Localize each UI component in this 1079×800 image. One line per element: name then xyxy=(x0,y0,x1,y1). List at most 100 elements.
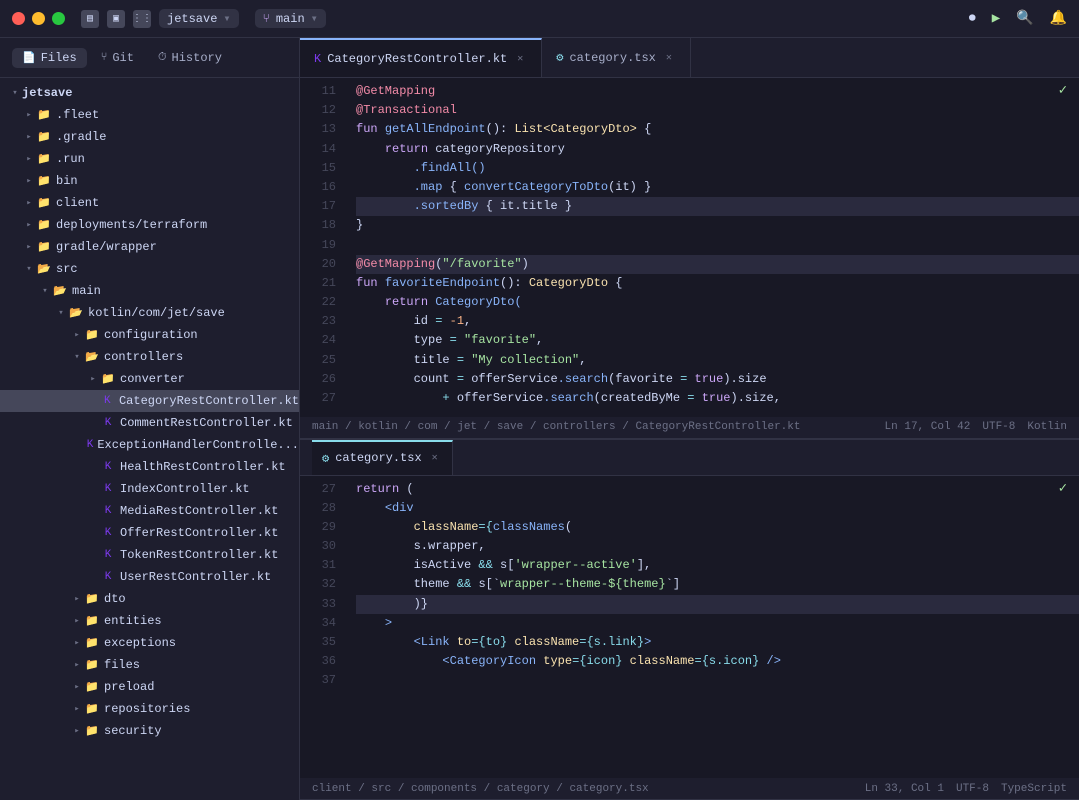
list-item[interactable]: ▾ 📂 kotlin/com/jet/save xyxy=(0,302,299,324)
minimize-button[interactable] xyxy=(32,12,45,25)
code-line: s.wrapper, xyxy=(356,537,1079,556)
kotlin-file-icon: K xyxy=(100,417,116,429)
git-tab-label: Git xyxy=(112,51,134,65)
pane2-tab-label: category.tsx xyxy=(335,451,421,465)
chevron-right-icon: ▸ xyxy=(70,330,84,340)
folder-icon: 📁 xyxy=(36,240,52,254)
list-item[interactable]: K OfferRestController.kt xyxy=(0,522,299,544)
list-item[interactable]: ▸ 📁 security xyxy=(0,720,299,742)
sidebar-tab-files[interactable]: 📄 Files xyxy=(12,48,87,68)
maximize-button[interactable] xyxy=(52,12,65,25)
list-item[interactable]: K TokenRestController.kt xyxy=(0,544,299,566)
run-icon[interactable]: ▶ xyxy=(992,10,1000,27)
code-line: @GetMapping xyxy=(356,82,1079,101)
tab-label: CategoryRestController.kt xyxy=(327,52,507,66)
list-item[interactable]: ▸ 📁 preload xyxy=(0,676,299,698)
pane2-tab-close[interactable]: ✕ xyxy=(428,451,442,465)
list-item[interactable]: ▸ 📁 exceptions xyxy=(0,632,299,654)
list-item[interactable]: K CategoryRestController.kt xyxy=(0,390,299,412)
line-numbers-tsx: 2728293031 3233343536 37 xyxy=(300,476,344,779)
list-item[interactable]: ▸ 📁 converter xyxy=(0,368,299,390)
sidebar-toggle-icon[interactable]: ▤ xyxy=(81,10,99,28)
list-item[interactable]: ▸ 📁 deployments/terraform xyxy=(0,214,299,236)
list-item[interactable]: ▸ 📁 configuration xyxy=(0,324,299,346)
code-line: <CategoryIcon type={icon} className={s.i… xyxy=(356,652,1079,671)
code-line: return categoryRepository xyxy=(356,140,1079,159)
code-content-kt[interactable]: @GetMapping @Transactional fun getAllEnd… xyxy=(344,78,1079,417)
panel-toggle-icon[interactable]: ▣ xyxy=(107,10,125,28)
list-item[interactable]: K HealthRestController.kt xyxy=(0,456,299,478)
chevron-right-icon: ▸ xyxy=(70,660,84,670)
project-chevron-icon: ▾ xyxy=(223,11,230,26)
search-icon[interactable]: 🔍 xyxy=(1016,10,1033,27)
chevron-right-icon: ▸ xyxy=(70,682,84,692)
list-item[interactable]: ▾ 📂 main xyxy=(0,280,299,302)
branch-label: main xyxy=(276,12,305,26)
folder-icon: 📂 xyxy=(84,350,100,364)
file-tree: ▾ jetsave ▸ 📁 .fleet ▸ 📁 .gradle ▸ 📁 .ru… xyxy=(0,78,299,800)
kotlin-tab-icon: K xyxy=(314,52,321,66)
recording-icon[interactable]: ⏺ xyxy=(969,11,976,27)
kotlin-file-icon: K xyxy=(87,439,94,451)
code-content-tsx[interactable]: return ( <div className={classNames( s.w… xyxy=(344,476,1079,779)
titlebar: ▤ ▣ ⋮⋮ jetsave ▾ ⑂ main ▾ ⏺ ▶ 🔍 🔔 xyxy=(0,0,1079,38)
sidebar: 📄 Files ⑂ Git ⏱ History ▾ jetsave ▸ 📁 xyxy=(0,38,300,800)
sidebar-tab-git[interactable]: ⑂ Git xyxy=(91,48,144,68)
kotlin-file-icon: K xyxy=(100,395,115,407)
code-line: @Transactional xyxy=(356,101,1079,120)
git-icon: ⑂ xyxy=(101,52,108,64)
code-line xyxy=(356,236,1079,255)
folder-icon: 📁 xyxy=(36,108,52,122)
chevron-right-icon: ▸ xyxy=(70,638,84,648)
list-item[interactable]: K IndexController.kt xyxy=(0,478,299,500)
tab-category-tsx[interactable]: ⚙ category.tsx ✕ xyxy=(542,38,691,77)
list-item[interactable]: ▸ 📁 repositories xyxy=(0,698,299,720)
code-line: theme && s[`wrapper--theme-${theme}`] xyxy=(356,575,1079,594)
list-item[interactable]: ▸ 📁 entities xyxy=(0,610,299,632)
list-item[interactable]: K UserRestController.kt xyxy=(0,566,299,588)
list-item[interactable]: ▾ 📂 controllers xyxy=(0,346,299,368)
list-item[interactable]: K ExceptionHandlerControlle... xyxy=(0,434,299,456)
code-area-kt[interactable]: ✓ 1112131415 1617181920 2122232425 2627 … xyxy=(300,78,1079,417)
tab-category-rest-controller[interactable]: K CategoryRestController.kt ✕ xyxy=(300,38,542,77)
branch-selector[interactable]: ⑂ main ▾ xyxy=(255,9,326,28)
chevron-down-icon: ▾ xyxy=(38,286,52,296)
list-item[interactable]: ▸ 📁 dto xyxy=(0,588,299,610)
tab-close-button[interactable]: ✕ xyxy=(662,51,676,65)
tab-close-button[interactable]: ✕ xyxy=(513,52,527,66)
list-item[interactable]: ▸ 📁 bin xyxy=(0,170,299,192)
close-button[interactable] xyxy=(12,12,25,25)
code-line: > xyxy=(356,614,1079,633)
project-name[interactable]: jetsave ▾ xyxy=(159,9,239,28)
sidebar-tab-history[interactable]: ⏱ History xyxy=(148,48,232,68)
list-item[interactable]: ▸ 📁 .gradle xyxy=(0,126,299,148)
chevron-down-icon: ▾ xyxy=(70,352,84,362)
chevron-right-icon: ▸ xyxy=(22,176,36,186)
layout-icon[interactable]: ⋮⋮ xyxy=(133,10,151,28)
folder-icon: 📂 xyxy=(36,262,52,276)
chevron-right-icon: ▸ xyxy=(22,132,36,142)
list-item[interactable]: ▸ 📁 client xyxy=(0,192,299,214)
list-item[interactable]: ▸ 📁 gradle/wrapper xyxy=(0,236,299,258)
list-item[interactable]: ▾ 📂 src xyxy=(0,258,299,280)
code-area-tsx[interactable]: ✓ 2728293031 3233343536 37 return ( <div… xyxy=(300,476,1079,779)
list-item[interactable]: K MediaRestController.kt xyxy=(0,500,299,522)
code-line: .findAll() xyxy=(356,159,1079,178)
pane2-active-tab[interactable]: ⚙ category.tsx ✕ xyxy=(312,440,453,475)
tree-root[interactable]: ▾ jetsave xyxy=(0,82,299,104)
folder-icon: 📁 xyxy=(84,680,100,694)
notifications-icon[interactable]: 🔔 xyxy=(1050,10,1067,27)
code-line: .sortedBy { it.title } xyxy=(356,197,1079,216)
list-item[interactable]: ▸ 📁 .fleet xyxy=(0,104,299,126)
list-item[interactable]: K CommentRestController.kt xyxy=(0,412,299,434)
folder-icon: 📁 xyxy=(84,592,100,606)
cursor-position: Ln 17, Col 42 xyxy=(885,421,971,433)
history-icon: ⏱ xyxy=(158,52,167,64)
folder-icon: 📁 xyxy=(84,702,100,716)
line-numbers: 1112131415 1617181920 2122232425 2627 xyxy=(300,78,344,417)
breadcrumb-text: client / src / components / category / c… xyxy=(312,783,649,795)
list-item[interactable]: ▸ 📁 files xyxy=(0,654,299,676)
list-item[interactable]: ▸ 📁 .run xyxy=(0,148,299,170)
editor-pane-kt: ✓ 1112131415 1617181920 2122232425 2627 … xyxy=(300,78,1079,440)
history-tab-label: History xyxy=(172,51,222,65)
